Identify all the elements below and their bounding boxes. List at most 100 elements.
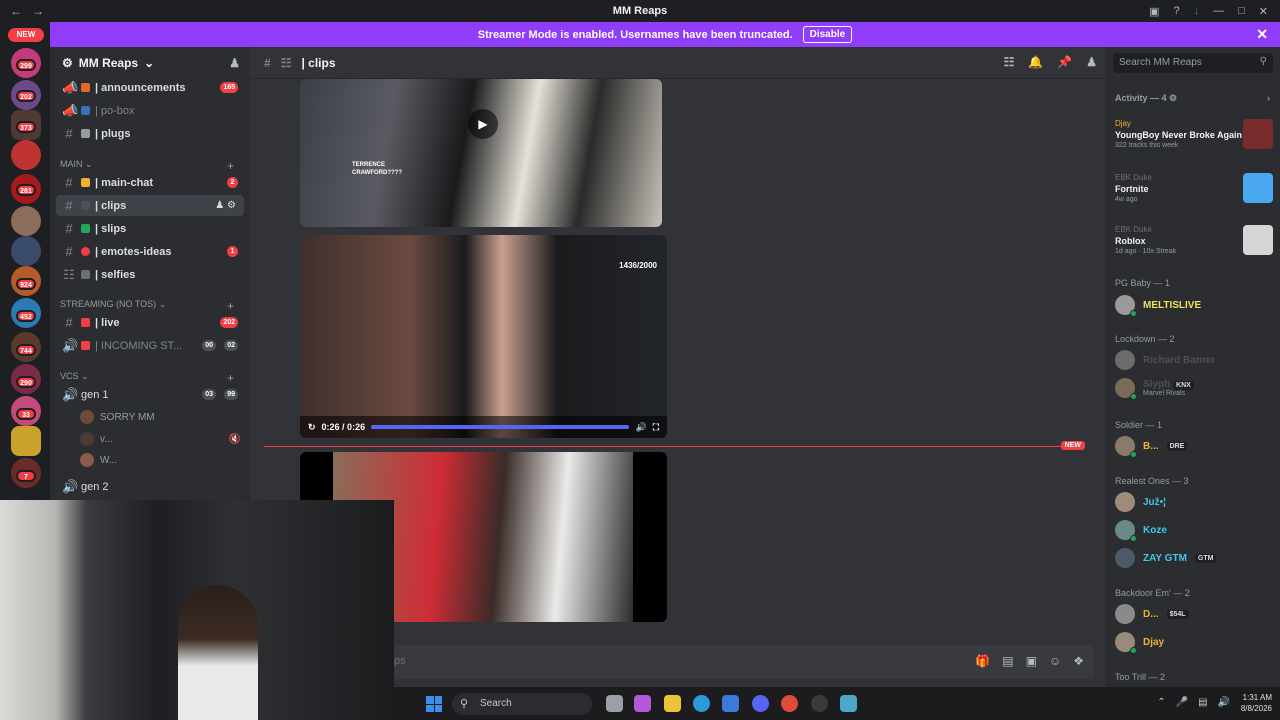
server-icon[interactable] [11, 140, 41, 170]
threads-button-icon[interactable]: ☷ [1004, 55, 1015, 69]
gif-icon[interactable]: ▤ [1002, 654, 1013, 668]
gift-icon[interactable]: 🎁 [975, 654, 990, 668]
voice-user[interactable]: W... [80, 453, 117, 467]
video-progress-bar[interactable] [371, 425, 630, 429]
forum-icon: ☷ [63, 266, 75, 282]
apps-icon[interactable]: ❖ [1073, 654, 1084, 668]
channel-plugs[interactable]: # | plugs [56, 123, 244, 144]
chevron-up-icon[interactable]: ⌃ [1157, 697, 1165, 708]
overlay-line: TERRENCE [352, 162, 386, 168]
clan-tag: KNX [1173, 381, 1194, 390]
hash-icon: # [65, 315, 73, 330]
video-clip[interactable]: ▶ TERRENCE CRAWFORD???? [300, 79, 662, 227]
download-icon[interactable]: ↓ [1194, 5, 1200, 17]
member-item[interactable]: MELTISLIVE [1115, 295, 1201, 317]
category-vcs[interactable]: VCs ⌄ + [60, 371, 240, 385]
add-channel-icon[interactable]: + [227, 159, 234, 173]
maximize-icon[interactable]: □ [1238, 5, 1245, 17]
chrome-icon[interactable] [781, 695, 798, 712]
volume-icon[interactable]: 🔊 [1218, 697, 1230, 708]
channel-incoming-stream[interactable]: 🔊 | INCOMING ST... 00 02 [56, 335, 244, 356]
video-clip[interactable]: 1436/2000 ↻ 0:26 / 0:26 🔊 ⛶ [300, 235, 667, 438]
taskbar-clock[interactable]: 1:31 AM 8/8/2026 [1241, 692, 1272, 714]
server-icon[interactable] [11, 236, 41, 266]
activity-card[interactable]: EBK Duke Fortnite 4w ago [1115, 173, 1273, 203]
forward-icon[interactable]: → [32, 4, 44, 18]
app-icon[interactable] [840, 695, 857, 712]
siren-emoji-icon [81, 341, 90, 350]
discord-icon[interactable] [752, 695, 769, 712]
server-header[interactable]: ⚙ MM Reaps ⌄ ♟ [50, 47, 250, 79]
avatar [80, 453, 94, 467]
bell-icon[interactable]: 🔔 [1028, 55, 1043, 69]
play-icon[interactable]: ▶ [468, 109, 498, 139]
taskbar-search[interactable]: ⚲ Search [452, 693, 592, 715]
category-main[interactable]: MAIN ⌄ + [60, 159, 240, 173]
gear-icon: ⚙ [1169, 93, 1178, 103]
activity-card[interactable]: EBK Duke Roblox 1d ago · 10x Streak [1115, 225, 1273, 255]
channel-slips[interactable]: # | slips [56, 218, 244, 239]
chevron-down-icon: ⌄ [144, 56, 155, 70]
back-icon[interactable]: ← [10, 4, 22, 18]
copilot-icon[interactable] [634, 695, 651, 712]
member-item[interactable]: Richard Barner [1115, 350, 1215, 370]
microphone-icon[interactable]: 🎤 [1176, 697, 1188, 708]
obs-icon[interactable] [811, 695, 828, 712]
server-icon[interactable] [11, 426, 41, 456]
channel-po-box[interactable]: 📣 | po-box [56, 100, 244, 121]
emoji-icon[interactable]: ☺ [1049, 654, 1061, 668]
fullscreen-icon[interactable]: ⛶ [653, 422, 659, 433]
category-streaming[interactable]: STREAMING (NO TOS) ⌄ + [60, 299, 240, 313]
chevron-right-icon[interactable]: › [1267, 93, 1270, 103]
sticker-icon[interactable]: ▣ [1026, 654, 1037, 668]
edge-icon[interactable] [693, 695, 710, 712]
server-icon[interactable] [11, 206, 41, 236]
member-item[interactable]: B... DRE [1115, 436, 1188, 458]
role-header: Backdoor Em' — 2 [1115, 588, 1190, 598]
inbox-icon[interactable]: ▣ [1149, 5, 1159, 18]
activity-card[interactable]: Djay YoungBoy Never Broke Again 322 trac… [1115, 119, 1273, 149]
banner-close-icon[interactable]: ✕ [1256, 26, 1268, 43]
channel-emotes-ideas[interactable]: # | emotes-ideas 1 [56, 241, 244, 262]
search-input[interactable]: Search MM Reaps ⚲ [1113, 53, 1273, 73]
member-list-icon[interactable]: ♟ [1086, 55, 1097, 69]
member-name: Richard Barner [1143, 354, 1216, 366]
member-item[interactable]: D... $54L [1115, 604, 1189, 624]
ticket-emoji-icon [81, 224, 90, 233]
channel-announcements[interactable]: 📣 | announcements 165 [56, 77, 244, 98]
member-item[interactable]: Slyph KNX Marvel Rivals [1115, 378, 1194, 400]
file-explorer-icon[interactable] [664, 695, 681, 712]
channel-main-chat[interactable]: # | main-chat 2 [56, 172, 244, 193]
pin-icon[interactable]: 📌 [1057, 55, 1072, 69]
add-channel-icon[interactable]: + [227, 299, 234, 313]
member-item[interactable]: Djay [1115, 632, 1164, 654]
voice-user[interactable]: v... 🔇 [80, 432, 241, 446]
minimize-icon[interactable]: — [1213, 5, 1224, 17]
close-icon[interactable]: ✕ [1259, 5, 1268, 18]
replay-icon[interactable]: ↻ [308, 422, 316, 433]
help-icon[interactable]: ? [1174, 5, 1180, 17]
windows-start-icon[interactable] [426, 696, 442, 712]
store-icon[interactable] [722, 695, 739, 712]
activity-header[interactable]: Activity — 4 ⚙ › [1115, 93, 1270, 104]
channel-clips[interactable]: # | clips ♟ ⚙ [56, 195, 244, 216]
channel-gen-2[interactable]: 🔊 gen 2 [56, 476, 244, 497]
member-item[interactable]: Juž•¦ [1115, 492, 1166, 512]
channel-settings-icon[interactable]: ♟ ⚙ [215, 200, 236, 211]
member-item[interactable]: Koze [1115, 520, 1167, 542]
disable-button[interactable]: Disable [802, 26, 853, 43]
volume-icon[interactable]: 🔊 [635, 422, 646, 433]
channel-gen-1[interactable]: 🔊 gen 1 03 99 [56, 384, 244, 405]
task-view-icon[interactable] [606, 695, 623, 712]
user-limit-badge: 02 [224, 340, 238, 351]
fire-emoji-icon [81, 83, 90, 92]
member-item[interactable]: ZAY GTM GTM [1115, 548, 1217, 568]
add-channel-icon[interactable]: + [227, 371, 234, 385]
network-icon[interactable]: ▤ [1198, 697, 1207, 708]
channel-live[interactable]: # | live 202 [56, 312, 244, 333]
channel-selfies[interactable]: ☷ | selfies [56, 264, 244, 285]
server-badge: 373 [16, 121, 36, 133]
invite-icon[interactable]: ♟ [229, 56, 240, 70]
server-badge: 290 [16, 376, 36, 388]
voice-user[interactable]: SORRY MM [80, 410, 155, 424]
